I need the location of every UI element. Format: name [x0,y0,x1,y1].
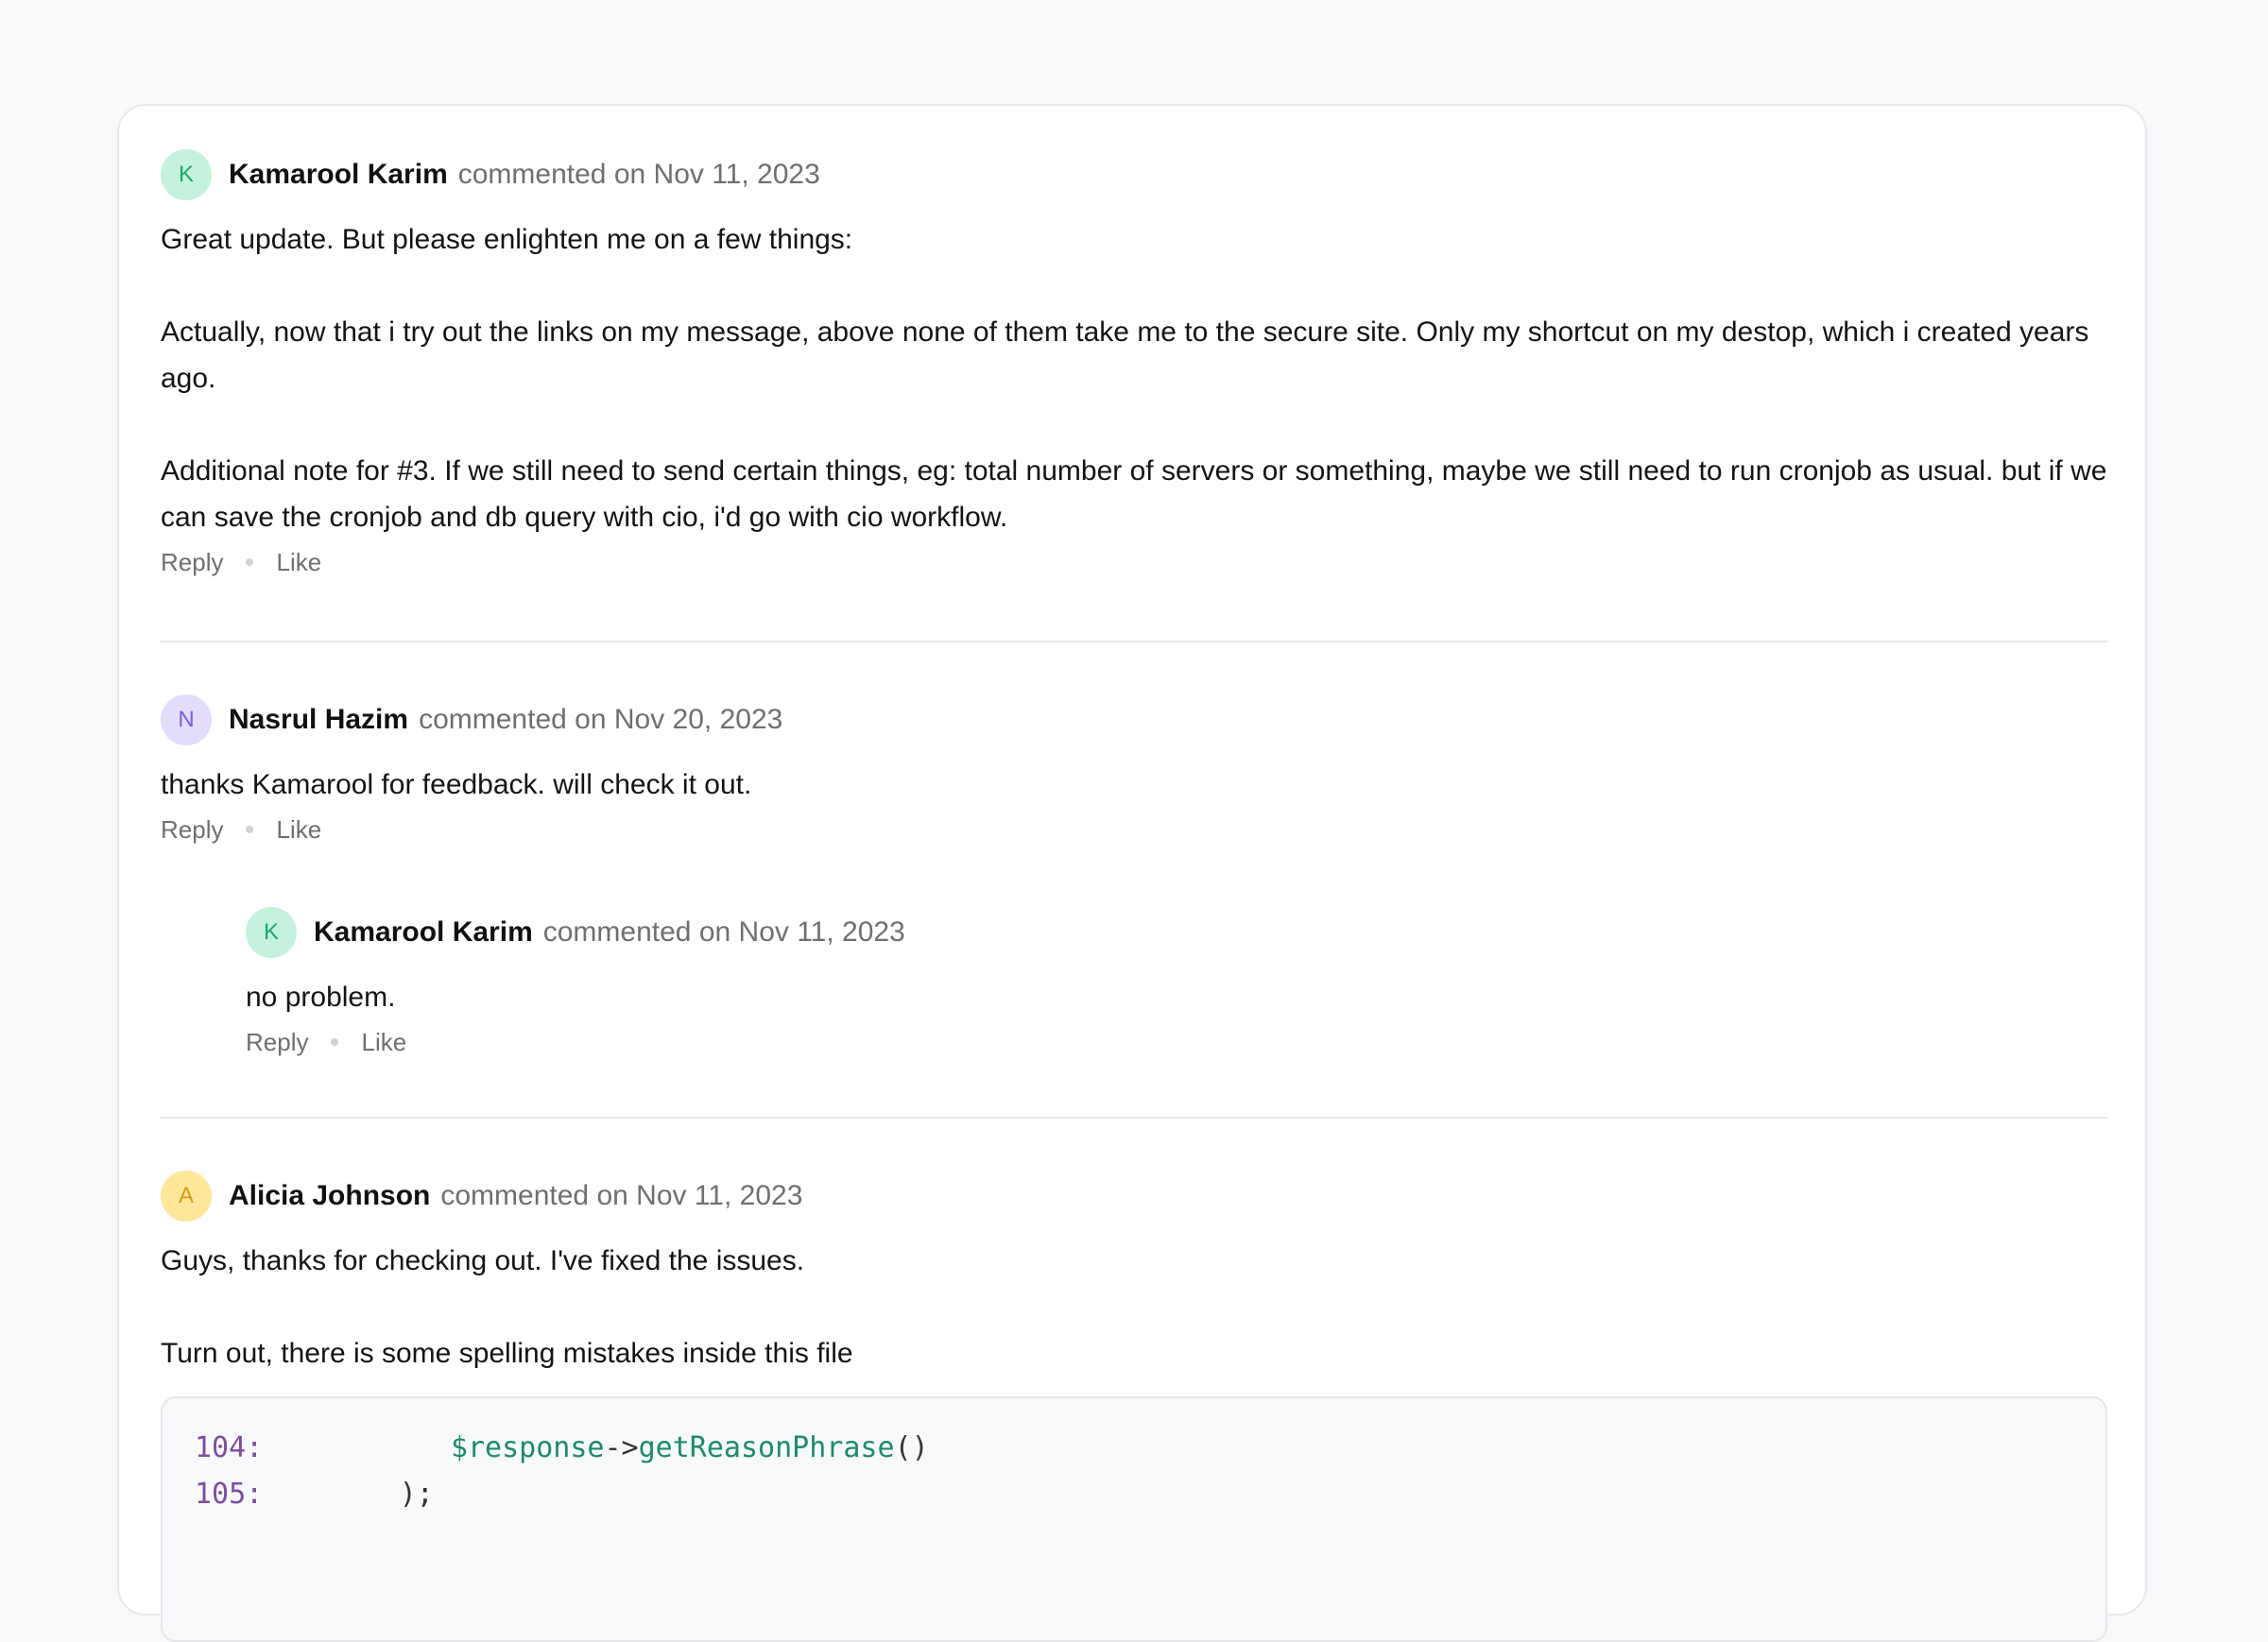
code-method: getReasonPhrase [638,1431,895,1464]
code-block[interactable]: 104: $response -> getReasonPhrase() 105: )… [161,1396,2107,1642]
comment-actions: Reply Like [246,1025,2107,1059]
code-punctuation: () [894,1431,929,1464]
avatar[interactable]: K [246,907,297,958]
avatar[interactable]: K [161,149,212,200]
comment-date: commented on Nov 11, 2023 [457,159,820,190]
divider [161,641,2107,642]
comment-date: commented on Nov 20, 2023 [419,704,783,735]
reply-button[interactable]: Reply [161,815,223,845]
comment-body: Guys, thanks for checking out. I've fixe… [161,1238,2107,1377]
comment-paragraph: thanks Kamarool for feedback. will check… [161,769,752,800]
separator-dot [246,558,254,566]
comment: K Kamarool Karim commented on Nov 11, 20… [161,149,2107,579]
code-line: 104: $response -> getReasonPhrase() [195,1425,2073,1471]
code-punctuation: ); [399,1478,434,1511]
reply-button[interactable]: Reply [161,548,223,577]
comment-paragraph: Great update. But please enlighten me on… [161,224,853,255]
comment-body: Great update. But please enlighten me on… [161,216,2107,540]
separator-dot [331,1038,339,1046]
comment-actions: Reply Like [161,812,2107,847]
comment-actions: Reply Like [161,545,2107,579]
like-button[interactable]: Like [276,815,321,845]
code-variable: $response [450,1431,605,1464]
comment-header: K Kamarool Karim commented on Nov 11, 20… [246,907,2107,958]
comment-body: thanks Kamarool for feedback. will check… [161,761,2107,808]
reply-button[interactable]: Reply [246,1028,308,1057]
avatar[interactable]: A [161,1171,212,1222]
separator-dot [246,826,254,833]
author-name[interactable]: Kamarool Karim [314,916,533,949]
comment-paragraph: Guys, thanks for checking out. I've fixe… [161,1245,805,1276]
code-line: 105: ); [195,1471,2073,1517]
comment-body: no problem. [246,974,2107,1020]
avatar[interactable]: N [161,694,212,745]
comment-paragraph: Additional note for #3. If we still need… [161,455,2107,533]
comment-paragraph: Turn out, there is some spelling mistake… [161,1338,853,1369]
comments-card: K Kamarool Karim commented on Nov 11, 20… [117,104,2147,1642]
comment-paragraph: no problem. [246,982,396,1013]
comment-header: A Alicia Johnson commented on Nov 11, 20… [161,1171,2107,1222]
comment-header: N Nasrul Hazim commented on Nov 20, 2023 [161,694,2107,745]
comment-date: commented on Nov 11, 2023 [440,1180,803,1211]
code-arrow: -> [604,1431,639,1464]
like-button[interactable]: Like [276,548,321,577]
author-name[interactable]: Kamarool Karim [229,159,448,191]
line-number: 104: [195,1431,264,1464]
comment: A Alicia Johnson commented on Nov 11, 20… [161,1171,2107,1377]
nested-reply: K Kamarool Karim commented on Nov 11, 20… [246,907,2107,1059]
author-name[interactable]: Nasrul Hazim [229,704,408,736]
comment-paragraph: Actually, now that i try out the links o… [161,316,2089,394]
like-button[interactable]: Like [361,1028,406,1057]
author-name[interactable]: Alicia Johnson [229,1180,430,1212]
line-number: 105: [195,1478,264,1511]
divider [161,1117,2107,1119]
comment: N Nasrul Hazim commented on Nov 20, 2023… [161,694,2107,847]
comment-date: commented on Nov 11, 2023 [542,916,905,948]
comment-header: K Kamarool Karim commented on Nov 11, 20… [161,149,2107,200]
